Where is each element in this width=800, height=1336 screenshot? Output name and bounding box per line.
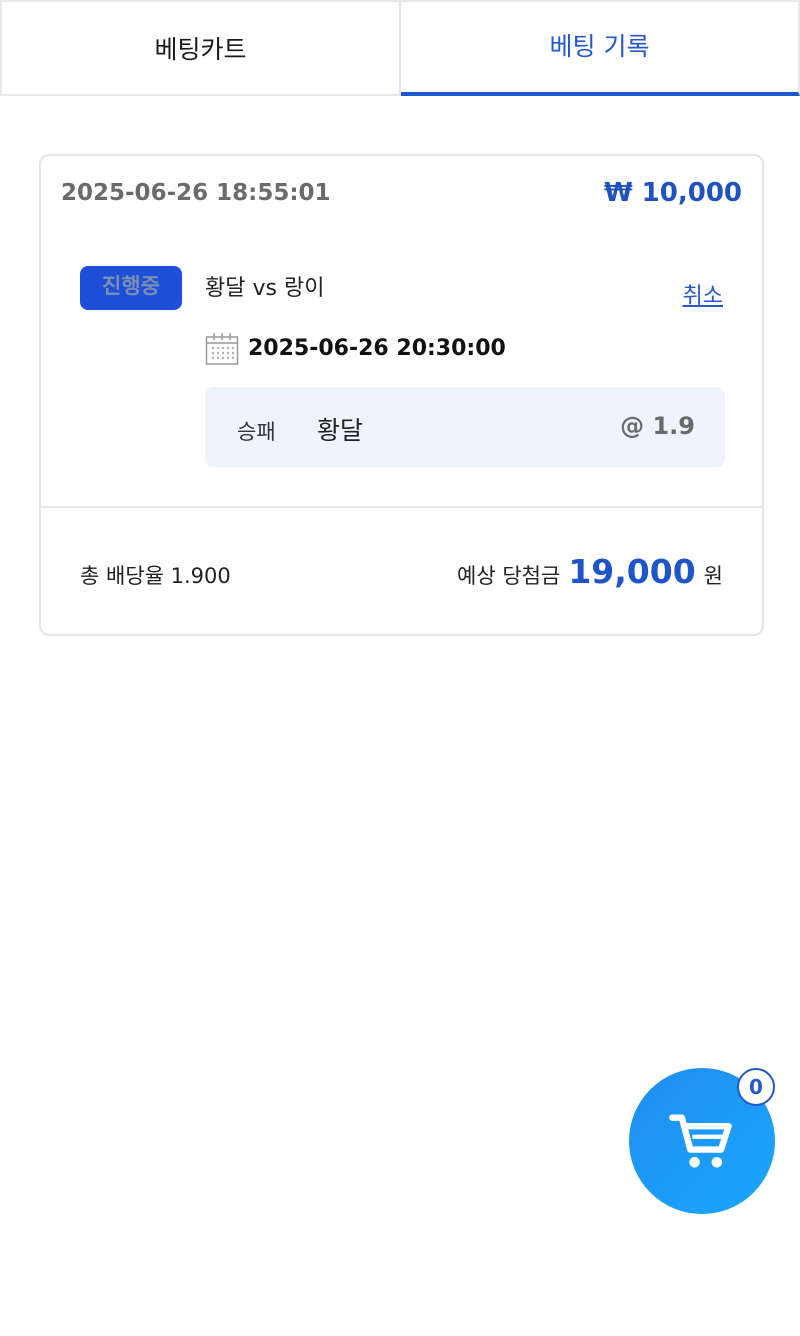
status-badge: 진행중 xyxy=(80,266,182,310)
cart-icon xyxy=(669,1114,732,1168)
cart-count: 0 xyxy=(749,1075,763,1099)
bet-pick-box: 승패 황달 @ 1.9 xyxy=(205,387,725,467)
tab-bar: 베팅카트 베팅 기록 xyxy=(0,0,800,96)
status-badge-label: 진행중 xyxy=(102,274,160,298)
expected-winnings: 예상 당첨금 19,000 원 xyxy=(457,552,723,591)
expected-winnings-currency: 원 xyxy=(703,564,723,588)
pick-market: 승패 xyxy=(237,420,276,444)
cancel-bet-link[interactable]: 취소 xyxy=(683,278,723,310)
tab-betting-history-label: 베팅 기록 xyxy=(549,32,650,61)
tab-betting-cart-label: 베팅카트 xyxy=(154,35,247,64)
cart-count-badge: 0 xyxy=(737,1068,775,1106)
pick-selection: 황달 xyxy=(317,416,364,445)
bet-placed-time: 2025-06-26 18:55:01 xyxy=(61,180,331,206)
pick-odds: @ 1.9 xyxy=(620,412,695,440)
match-title: 황달 vs 랑이 xyxy=(205,276,325,301)
bet-stake-amount: ₩ 10,000 xyxy=(603,178,742,208)
total-odds: 총 배당율 1.900 xyxy=(80,564,231,588)
calendar-icon xyxy=(205,333,239,365)
match-datetime: 2025-06-26 20:30:00 xyxy=(248,336,506,361)
expected-winnings-amount: 19,000 xyxy=(568,552,696,591)
tab-betting-history[interactable]: 베팅 기록 xyxy=(401,0,800,96)
card-divider xyxy=(41,506,762,508)
tab-betting-cart[interactable]: 베팅카트 xyxy=(0,0,401,96)
bet-history-card: 2025-06-26 18:55:01 ₩ 10,000 진행중 황달 vs 랑… xyxy=(39,154,764,636)
expected-winnings-label: 예상 당첨금 xyxy=(457,564,561,588)
